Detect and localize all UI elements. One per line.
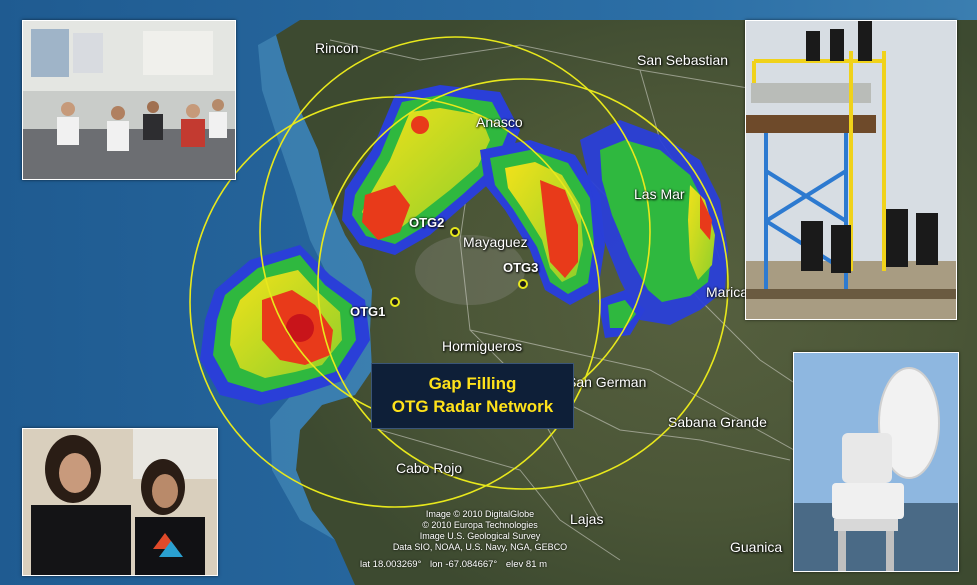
coordinates-status-bar: lat 18.003269° lon -67.084667° elev 81 m bbox=[360, 559, 553, 570]
place-label-mayaguez: Mayaguez bbox=[463, 234, 528, 250]
radar-label-otg2: OTG2 bbox=[409, 215, 445, 230]
imagery-credits: Image © 2010 DigitalGlobe © 2010 Europa … bbox=[380, 509, 580, 553]
photo-radar-dish bbox=[793, 352, 959, 572]
place-label-cabo-rojo: Cabo Rojo bbox=[396, 460, 463, 476]
radar-site-otg1 bbox=[390, 297, 400, 307]
place-label-rincon: Rincon bbox=[315, 40, 359, 56]
radar-site-otg2 bbox=[450, 227, 460, 237]
place-label-guanica: Guanica bbox=[730, 539, 783, 555]
photo-radar-tower bbox=[745, 20, 957, 320]
credit-line: Image © 2010 DigitalGlobe bbox=[425, 509, 535, 519]
title-line-2: OTG Radar Network bbox=[391, 397, 554, 416]
place-label-san-sebastian: San Sebastian bbox=[637, 52, 729, 68]
latitude-readout: lat 18.003269° bbox=[360, 559, 422, 570]
credit-line: Data SIO, NOAA, U.S. Navy, NGA, GEBCO bbox=[392, 542, 568, 552]
network-title-box: Gap Filling OTG Radar Network bbox=[371, 363, 574, 429]
title-line-1: Gap Filling bbox=[428, 374, 517, 393]
radar-site-otg3 bbox=[518, 279, 528, 289]
radar-label-otg3: OTG3 bbox=[503, 260, 539, 275]
place-label-las-marias: Las Mar bbox=[634, 186, 685, 202]
photo-researchers bbox=[22, 428, 218, 576]
place-label-hormigueros: Hormigueros bbox=[442, 338, 523, 354]
credit-line: Image U.S. Geological Survey bbox=[419, 531, 541, 541]
credit-line: © 2010 Europa Technologies bbox=[422, 520, 538, 530]
place-label-sabana-grande: Sabana Grande bbox=[668, 414, 767, 430]
place-label-san-german: San German bbox=[567, 374, 647, 390]
radar-label-otg1: OTG1 bbox=[350, 304, 386, 319]
photo-team-office bbox=[22, 20, 236, 180]
place-label-anasco: Anasco bbox=[476, 114, 523, 130]
elevation-readout: elev 81 m bbox=[505, 559, 548, 570]
longitude-readout: lon -67.084667° bbox=[430, 559, 498, 570]
